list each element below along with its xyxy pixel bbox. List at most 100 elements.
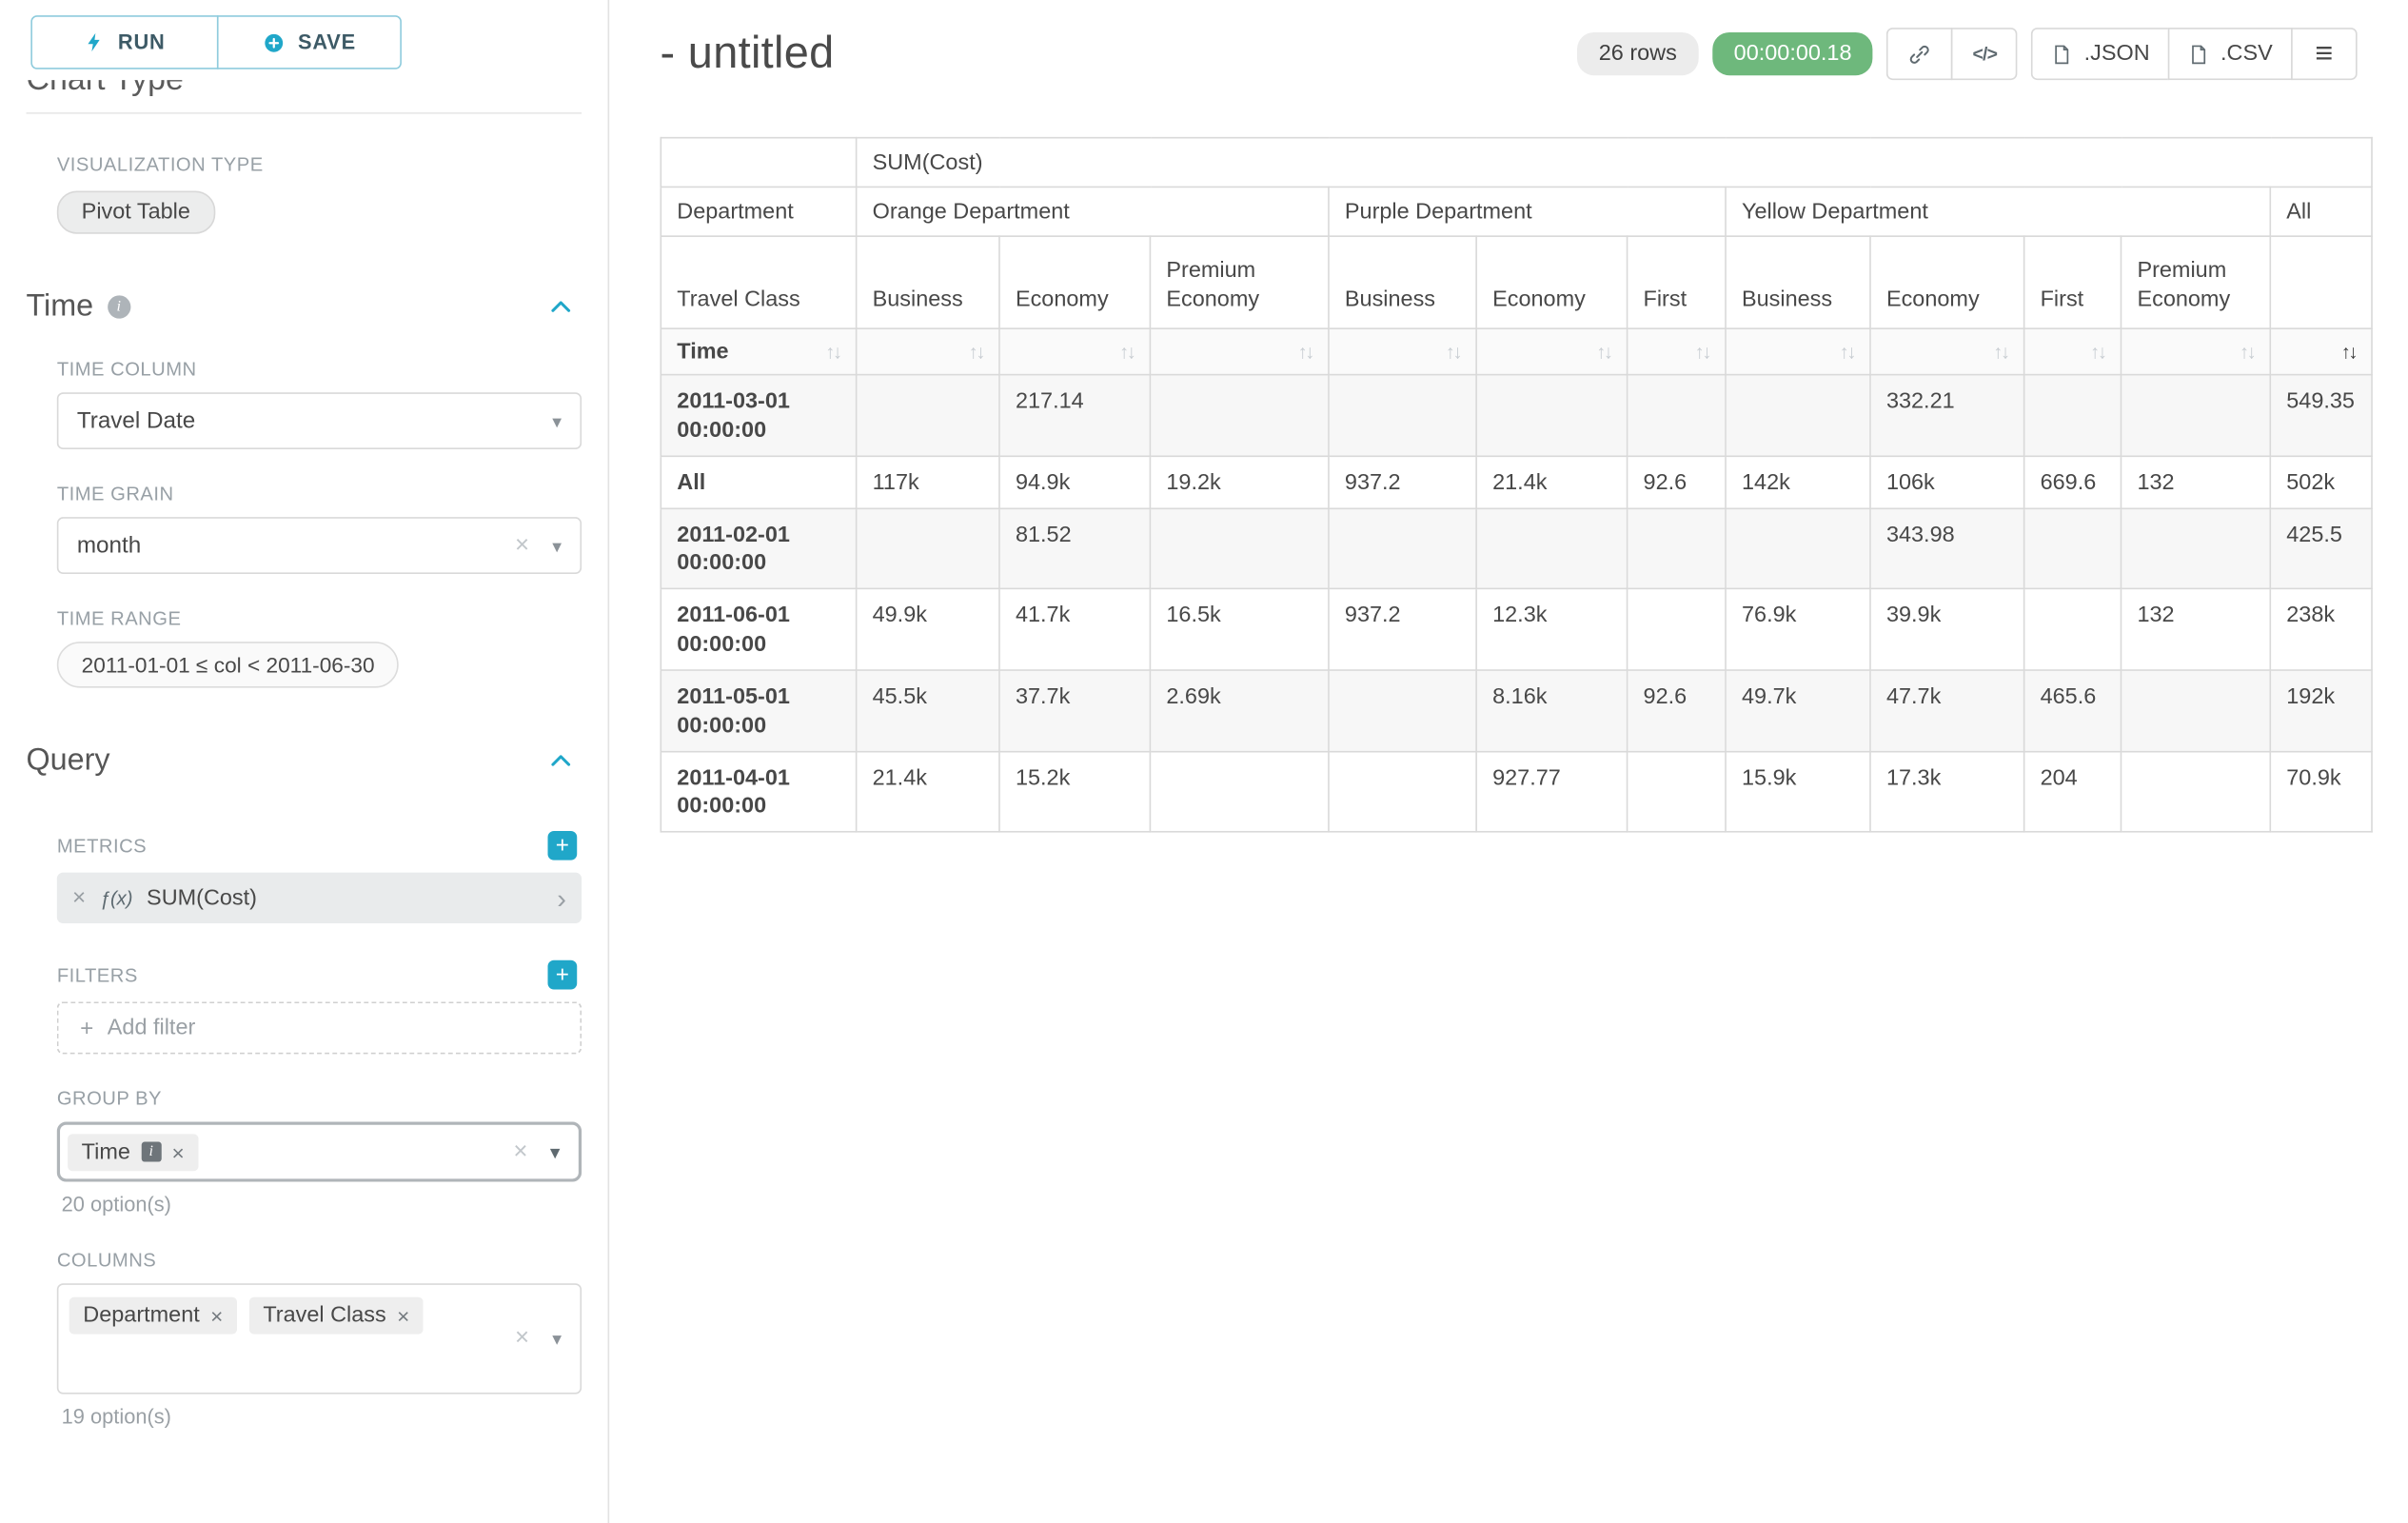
metrics-label-row: METRICS +	[57, 831, 577, 860]
pivot-value-cell: 47.7k	[1870, 670, 2024, 751]
column-tag[interactable]: Department ×	[69, 1297, 237, 1335]
tag-label: Travel Class	[263, 1303, 385, 1328]
pivot-value-cell: 192k	[2270, 670, 2372, 751]
sort-cell[interactable]: ↑↓	[999, 328, 1150, 374]
query-section-header: Query	[26, 743, 582, 779]
travel-class-header: Premium Economy	[1150, 236, 1329, 328]
group-by-tags: Time i ×	[68, 1134, 198, 1171]
row-time-label: All	[661, 456, 856, 508]
pivot-value-cell: 94.9k	[999, 456, 1150, 508]
info-icon: i	[108, 295, 130, 318]
link-icon	[1908, 42, 1931, 65]
sort-cell[interactable]: ↑↓	[857, 328, 999, 374]
query-timer-badge: 00:00:00.18	[1712, 32, 1873, 75]
clear-icon[interactable]: ×	[515, 532, 529, 560]
remove-tag-icon[interactable]: ×	[210, 1303, 223, 1328]
pivot-value-cell	[1628, 508, 1726, 589]
sort-icon[interactable]: ↑↓	[1298, 341, 1313, 363]
short-link-button[interactable]	[1887, 28, 1954, 80]
pivot-value-cell: 19.2k	[1150, 456, 1329, 508]
remove-tag-icon[interactable]: ×	[397, 1303, 409, 1328]
travel-class-header: Business	[1726, 236, 1870, 328]
pivot-value-cell: 17.3k	[1870, 751, 2024, 832]
export-json-button[interactable]: .JSON	[2032, 28, 2170, 80]
sort-cell[interactable]: ↑↓	[1150, 328, 1329, 374]
pivot-table-container: SUM(Cost) Department Orange DepartmentPu…	[661, 137, 2393, 833]
columns-select[interactable]: Department × Travel Class × × ▾	[57, 1283, 582, 1394]
add-filter-button[interactable]: +	[548, 960, 578, 990]
sort-icon[interactable]: ↑↓	[2240, 341, 2254, 363]
pivot-value-cell	[1329, 670, 1476, 751]
pivot-value-cell: 39.9k	[1870, 589, 2024, 670]
view-query-button[interactable]: </>	[1952, 28, 2019, 80]
time-column-label: TIME COLUMN	[57, 359, 582, 381]
run-button[interactable]: RUN	[30, 15, 218, 69]
group-by-select[interactable]: Time i × × ▾	[57, 1122, 582, 1182]
time-label-cell: Time ↑↓	[661, 328, 856, 374]
sort-icon[interactable]: ↑↓	[1993, 341, 2007, 363]
sort-cell[interactable]: ↑↓	[1476, 328, 1627, 374]
pivot-value-cell	[857, 375, 999, 456]
pivot-value-cell: 549.35	[2270, 375, 2372, 456]
sort-icon[interactable]: ↑↓	[1446, 341, 1460, 363]
sort-cell[interactable]: ↑↓	[1726, 328, 1870, 374]
add-metric-button[interactable]: +	[548, 831, 578, 860]
code-icon: </>	[1973, 43, 1998, 65]
column-tag[interactable]: Travel Class ×	[249, 1297, 424, 1335]
save-button[interactable]: SAVE	[217, 15, 402, 69]
pivot-value-cell: 465.6	[2024, 670, 2122, 751]
sort-cell[interactable]: ↑↓	[2024, 328, 2122, 374]
time-range-label: TIME RANGE	[57, 608, 582, 630]
pivot-table: SUM(Cost) Department Orange DepartmentPu…	[661, 137, 2373, 833]
sort-icon[interactable]: ↑↓	[1596, 341, 1610, 363]
metric-header-row: SUM(Cost)	[661, 138, 2372, 188]
sort-cell[interactable]: ↑↓	[1870, 328, 2024, 374]
time-grain-label: TIME GRAIN	[57, 484, 582, 505]
sort-icon[interactable]: ↑↓	[969, 341, 983, 363]
chevron-down-icon: ▾	[550, 1139, 561, 1164]
travel-class-header: First	[2024, 236, 2122, 328]
sort-icon[interactable]: ↑↓	[2341, 341, 2356, 363]
sort-icon[interactable]: ↑↓	[1695, 341, 1709, 363]
sort-icon[interactable]: ↑↓	[2090, 341, 2104, 363]
sort-cell[interactable]: ↑↓	[2121, 328, 2270, 374]
travel-class-header-row: Travel Class BusinessEconomyPremium Econ…	[661, 236, 2372, 328]
pivot-value-cell: 15.9k	[1726, 751, 1870, 832]
collapse-chevron-icon[interactable]	[549, 749, 572, 772]
filters-label-row: FILTERS +	[57, 960, 577, 990]
pivot-row: All117k94.9k19.2k937.221.4k92.6142k106k6…	[661, 456, 2372, 508]
add-filter-box[interactable]: + Add filter	[57, 1001, 582, 1054]
clear-all-icon[interactable]: ×	[515, 1325, 529, 1353]
row-time-label: 2011-05-01 00:00:00	[661, 670, 856, 751]
time-column-select[interactable]: Travel Date ▾	[57, 392, 582, 449]
time-range-pill[interactable]: 2011-01-01 ≤ col < 2011-06-30	[57, 642, 400, 687]
plus-icon: +	[80, 1015, 93, 1040]
viz-type-pill[interactable]: Pivot Table	[57, 190, 215, 233]
sort-cell[interactable]: ↑↓	[1329, 328, 1476, 374]
chart-header: - untitled 26 rows 00:00:00.18 </> .JSON	[661, 22, 2393, 87]
collapse-chevron-icon[interactable]	[549, 295, 572, 318]
time-grain-select[interactable]: month × ▾	[57, 517, 582, 574]
pivot-value-cell: 70.9k	[2270, 751, 2372, 832]
columns-options-hint: 19 option(s)	[62, 1405, 582, 1428]
pivot-value-cell: 41.7k	[999, 589, 1150, 670]
sort-icon[interactable]: ↑↓	[1840, 341, 1854, 363]
sort-icon[interactable]: ↑↓	[825, 341, 839, 363]
clear-all-icon[interactable]: ×	[513, 1137, 527, 1165]
sort-icon[interactable]: ↑↓	[1119, 341, 1134, 363]
row-time-label: 2011-03-01 00:00:00	[661, 375, 856, 456]
tag-label: Time	[82, 1139, 130, 1164]
pivot-value-cell	[1628, 589, 1726, 670]
tag-label: Department	[83, 1303, 199, 1328]
group-by-tag[interactable]: Time i ×	[68, 1134, 198, 1171]
menu-button[interactable]: ≡	[2291, 28, 2358, 80]
time-column-value: Travel Date	[77, 407, 195, 433]
sort-cell[interactable]: ↑↓	[1628, 328, 1726, 374]
pivot-value-cell	[1150, 375, 1329, 456]
metric-item[interactable]: × ƒ(x) SUM(Cost) ›	[57, 873, 582, 923]
sort-cell[interactable]: ↑↓	[2270, 328, 2372, 374]
remove-tag-icon[interactable]: ×	[172, 1139, 185, 1164]
action-buttons: RUN SAVE	[30, 15, 582, 69]
export-csv-button[interactable]: .CSV	[2168, 28, 2293, 80]
remove-metric-icon[interactable]: ×	[72, 885, 86, 911]
